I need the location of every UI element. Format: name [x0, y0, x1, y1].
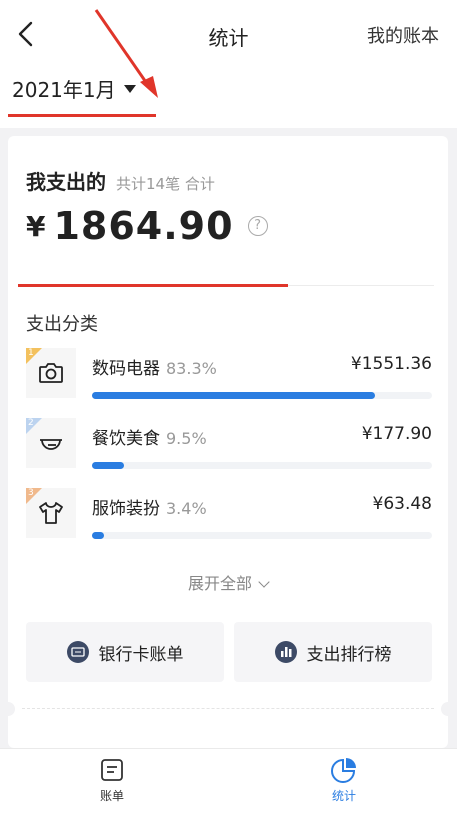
expand-all-button[interactable]: 展开全部 [8, 570, 448, 594]
category-label: 服饰装扮 [92, 499, 160, 519]
tab-ledger-label: 账单 [99, 789, 124, 803]
progress-track [92, 392, 432, 399]
nav-bar: 统计 我的账本 [0, 8, 457, 60]
annotation-arrow-icon [94, 9, 158, 98]
category-icon-box: 1 [26, 348, 76, 398]
progress-track [92, 462, 432, 469]
category-name: 数码电器 83.3% [92, 354, 217, 379]
status-bar [0, 0, 457, 8]
category-row[interactable]: 3 服饰装扮 3.4% ¥63.48 [26, 488, 432, 548]
summary-count: 共计14笔 合计 [116, 175, 215, 193]
tab-bar: 账单 统计 [0, 748, 457, 808]
annotation-underline [8, 114, 156, 117]
bowl-icon [40, 439, 62, 450]
month-bar: 2021年1月 [0, 60, 457, 128]
progress-fill [92, 392, 376, 399]
annotation-underline [18, 284, 288, 287]
category-percent: 3.4% [166, 499, 207, 518]
category-name: 餐饮美食 9.5% [92, 424, 207, 449]
bank-bill-label: 银行卡账单 [98, 644, 184, 665]
help-icon[interactable]: ? [247, 216, 268, 236]
card-notch [1, 702, 15, 716]
category-label: 餐饮美食 [92, 429, 160, 449]
category-amount: ¥1551.36 [350, 354, 432, 374]
progress-fill [92, 462, 125, 469]
divider [288, 285, 434, 286]
summary-amount: ¥ 1864.90 ? [26, 204, 268, 248]
progress-track [92, 532, 432, 539]
tab-stats[interactable]: 统计 [304, 757, 384, 804]
category-amount: ¥63.48 [372, 494, 432, 514]
category-percent: 9.5% [166, 429, 207, 448]
tab-stats-label: 统计 [331, 789, 356, 803]
my-ledger-link[interactable]: 我的账本 [367, 22, 439, 48]
bank-card-icon [66, 641, 89, 663]
category-label: 数码电器 [92, 359, 160, 379]
category-icon-box: 2 [26, 418, 76, 468]
category-amount: ¥177.90 [361, 424, 432, 444]
bank-bill-button[interactable]: 银行卡账单 [26, 622, 224, 682]
bar-chart-icon [274, 641, 297, 663]
shirt-icon [39, 502, 63, 524]
bottom-safe-area [0, 808, 457, 815]
category-row[interactable]: 1 数码电器 83.3% ¥1551.36 [26, 348, 432, 408]
chevron-down-icon [258, 576, 270, 588]
rank-number: 1 [28, 348, 34, 358]
rank-number: 3 [28, 488, 34, 498]
summary-card: 我支出的 共计14笔 合计 ¥ 1864.90 ? 支出分类 1 数码电器 83.… [1, 136, 455, 748]
card-notch [441, 702, 455, 716]
summary-title: 我支出的 [26, 170, 106, 194]
category-row[interactable]: 2 餐饮美食 9.5% ¥177.90 [26, 418, 432, 478]
category-section-title: 支出分类 [26, 314, 98, 335]
dashed-divider [22, 708, 434, 709]
category-icon-box: 3 [26, 488, 76, 538]
camera-icon [39, 363, 63, 383]
total-amount: 1864.90 [53, 204, 234, 248]
category-percent: 83.3% [166, 359, 217, 378]
ranking-label: 支出排行榜 [306, 644, 392, 665]
progress-fill [92, 532, 104, 539]
expand-all-label: 展开全部 [187, 574, 252, 593]
tab-ledger[interactable]: 账单 [72, 757, 152, 804]
category-name: 服饰装扮 3.4% [92, 494, 207, 519]
rank-number: 2 [28, 418, 34, 428]
currency-symbol: ¥ [26, 209, 46, 243]
bill-icon [101, 759, 123, 781]
ranking-button[interactable]: 支出排行榜 [234, 622, 432, 682]
pie-chart-icon [331, 758, 356, 783]
summary-header: 我支出的 共计14笔 合计 [26, 166, 215, 195]
